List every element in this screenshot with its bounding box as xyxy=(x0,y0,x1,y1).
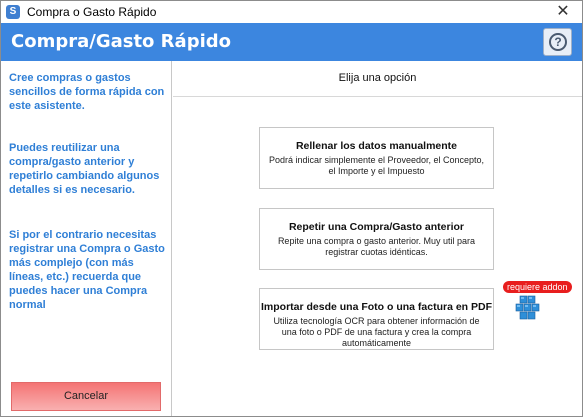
sidebar-complex-text: Si por el contrario necesitas registrar … xyxy=(9,229,165,311)
window-title: Compra o Gasto Rápido xyxy=(27,5,157,19)
help-icon: ? xyxy=(549,33,567,51)
close-button[interactable]: ✕ xyxy=(552,2,574,22)
main-heading-bar: Elija una opción xyxy=(173,61,582,97)
app-logo-icon: S xyxy=(6,5,20,19)
dialog-window: S Compra o Gasto Rápido ✕ Compra/Gasto R… xyxy=(0,0,583,417)
option-description: Podrá indicar simplemente el Proveedor, … xyxy=(268,155,485,176)
option-description: Utiliza tecnología OCR para obtener info… xyxy=(273,316,480,348)
option-description: Repite una compra o gasto anterior. Muy … xyxy=(277,236,476,257)
sidebar-intro-text: Cree compras o gastos sencillos de forma… xyxy=(9,72,165,112)
sidebar: Cree compras o gastos sencillos de forma… xyxy=(1,61,172,416)
option-repeat-previous[interactable]: Repetir una Compra/Gasto anterior Repite… xyxy=(259,208,494,270)
header-bar: Compra/Gasto Rápido ? xyxy=(1,23,582,61)
main-heading: Elija una opción xyxy=(338,72,417,84)
sidebar-reuse-text: Puedes reutilizar una compra/gasto anter… xyxy=(9,142,160,196)
cubes-addon-icon xyxy=(515,295,540,320)
option-manual-entry[interactable]: Rellenar los datos manualmente Podrá ind… xyxy=(259,127,494,189)
requires-addon-badge: requiere addon xyxy=(503,281,572,293)
help-button[interactable]: ? xyxy=(543,28,572,56)
option-title: Importar desde una Foto o una factura en… xyxy=(260,301,493,313)
option-title: Repetir una Compra/Gasto anterior xyxy=(288,221,465,233)
main-panel: Elija una opción Rellenar los datos manu… xyxy=(173,61,582,416)
header-title: Compra/Gasto Rápido xyxy=(11,31,231,52)
cancel-button[interactable]: Cancelar xyxy=(11,382,161,411)
option-import-ocr[interactable]: Importar desde una Foto o una factura en… xyxy=(259,288,494,350)
option-title: Rellenar los datos manualmente xyxy=(295,140,458,152)
title-bar: S Compra o Gasto Rápido ✕ xyxy=(1,1,582,23)
